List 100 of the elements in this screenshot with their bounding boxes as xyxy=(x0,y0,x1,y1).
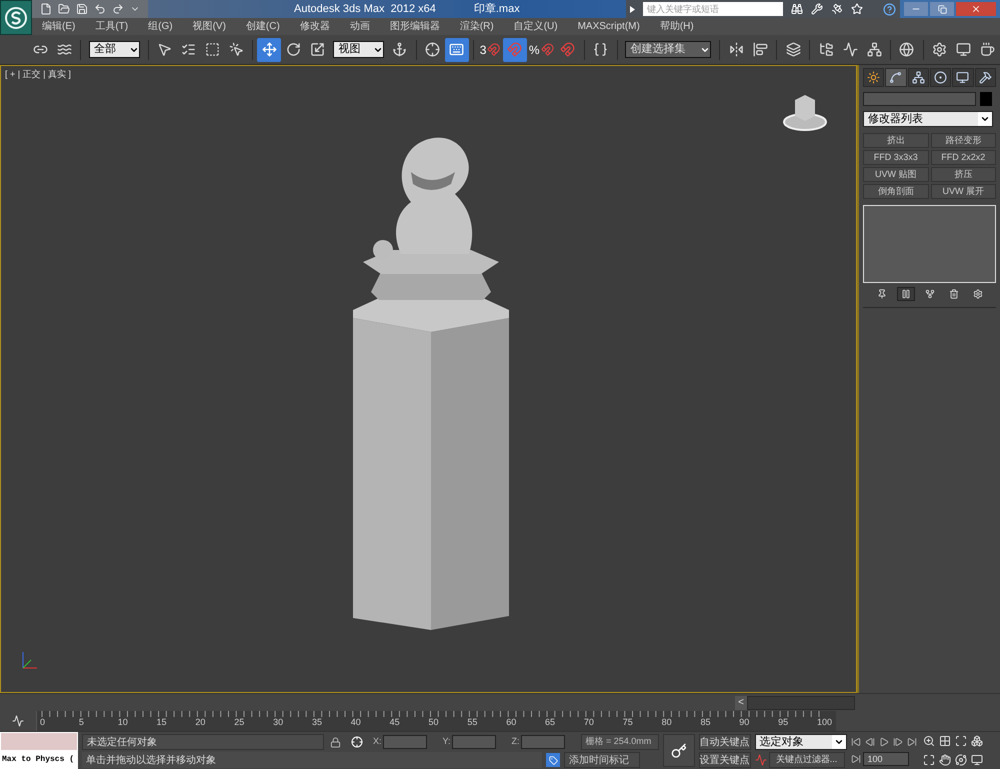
orbit-icon[interactable] xyxy=(954,754,967,766)
maximize-icon[interactable] xyxy=(922,754,935,766)
redo-icon[interactable] xyxy=(112,3,124,15)
menu-item[interactable]: 创建(C) xyxy=(246,19,280,34)
frame-field[interactable]: 100 xyxy=(862,752,909,766)
modifier-button[interactable]: FFD 3x3x3 xyxy=(863,150,928,165)
tick-label: 75 xyxy=(622,718,633,727)
menu-item[interactable]: 图形编辑器 xyxy=(390,19,440,34)
color-swatch[interactable] xyxy=(980,92,992,106)
star-icon[interactable] xyxy=(851,3,863,15)
search-field[interactable]: 键入关键字或短语 xyxy=(643,2,783,16)
tick-label: 65 xyxy=(545,718,556,727)
modifier-button[interactable]: FFD 2x2x2 xyxy=(930,150,996,165)
frame-icon[interactable] xyxy=(954,735,967,747)
help-icon[interactable] xyxy=(883,2,896,16)
satellite-icon[interactable] xyxy=(831,3,843,15)
menu-item[interactable]: 动画 xyxy=(350,19,370,34)
fork-icon xyxy=(924,289,934,299)
menu-item[interactable]: 视图(V) xyxy=(192,19,226,34)
modifier-button[interactable]: 挤出 xyxy=(863,133,928,148)
menu-item[interactable]: 帮助(H) xyxy=(660,19,694,34)
modifier-button[interactable]: UVW 展开 xyxy=(930,184,996,199)
menu-item[interactable]: 渲染(R) xyxy=(460,19,494,34)
mirror-icon xyxy=(728,42,744,57)
view-cube-icon[interactable] xyxy=(782,92,828,132)
close-icon xyxy=(971,4,981,14)
tool-button[interactable] xyxy=(257,38,282,62)
menu-item[interactable]: MAXScript(M) xyxy=(578,19,640,34)
crosshair-icon[interactable] xyxy=(351,736,363,748)
tool-button[interactable] xyxy=(444,38,469,62)
waveform-icon xyxy=(842,42,858,57)
add-time-tag[interactable]: 添加时间标记 xyxy=(564,752,640,768)
hand-icon[interactable] xyxy=(938,754,951,766)
dropdown[interactable]: 创建选择集 xyxy=(625,41,712,58)
key-mode-dropdown[interactable]: 选定对象 xyxy=(754,734,847,750)
tool-button[interactable]: % xyxy=(526,38,556,62)
modifier-stack-list[interactable] xyxy=(863,205,996,283)
zoom-icon[interactable] xyxy=(922,735,935,747)
tool-button[interactable]: 3 xyxy=(478,38,503,62)
globe-icon xyxy=(899,42,914,57)
panel-tab[interactable] xyxy=(930,68,952,87)
save-icon[interactable] xyxy=(76,3,88,15)
file-icon[interactable] xyxy=(40,3,52,15)
modifier-button[interactable]: 挤压 xyxy=(930,167,996,182)
folder-icon[interactable] xyxy=(58,3,70,15)
undo-icon[interactable] xyxy=(94,3,106,15)
menu-item[interactable]: 编辑(E) xyxy=(42,19,76,34)
panel-tab[interactable] xyxy=(908,68,929,87)
modifier-button[interactable]: 路径变形 xyxy=(930,133,996,148)
modifier-button[interactable]: UVW 贴图 xyxy=(863,167,928,182)
viewport-label[interactable]: [ + | 正交 | 真实 ] xyxy=(5,68,71,82)
curve-editor-icon[interactable] xyxy=(12,715,24,727)
coordinate-field[interactable] xyxy=(520,735,565,749)
step-back-icon[interactable] xyxy=(864,737,875,747)
menu-item[interactable]: 修改器 xyxy=(300,19,330,34)
step-forward-icon[interactable] xyxy=(892,737,903,747)
skip-forward-icon[interactable] xyxy=(906,737,917,747)
close-button[interactable] xyxy=(956,2,996,16)
app-logo-button[interactable] xyxy=(0,0,32,35)
boxes-icon[interactable] xyxy=(970,735,983,747)
key-filters-button[interactable]: 关键点过滤器... xyxy=(768,752,845,768)
restore-button[interactable] xyxy=(930,2,954,16)
expand-arrow-icon[interactable] xyxy=(630,6,635,12)
timeline-ruler[interactable]: 0 5 10 15 20 25 30 35 40 45 50 55 60 65 70 75 80 85 90 95 100 xyxy=(36,711,836,731)
tick-label: 80 xyxy=(662,718,672,727)
panel-tab[interactable] xyxy=(974,68,996,87)
modifier-button[interactable]: 倒角剖面 xyxy=(863,184,928,199)
grid-icon[interactable] xyxy=(938,735,951,747)
listener-input[interactable]: Max to Physcs ( xyxy=(0,751,78,769)
panel-tab[interactable] xyxy=(863,68,884,87)
panel-tab[interactable] xyxy=(885,68,907,87)
auto-key-button[interactable]: 自动关键点 xyxy=(698,734,751,750)
coordinate-field[interactable] xyxy=(382,735,427,749)
modifier-list-dropdown[interactable]: 修改器列表 xyxy=(863,111,993,127)
play-icon[interactable] xyxy=(878,737,889,747)
settings-icon xyxy=(972,289,982,299)
time-tag-button[interactable] xyxy=(546,753,560,767)
tick-label: 30 xyxy=(273,718,284,727)
coordinate-field[interactable] xyxy=(452,735,496,749)
menu-item[interactable]: 工具(T) xyxy=(95,19,128,34)
tick-label: 35 xyxy=(312,718,322,727)
stack-tool-button[interactable] xyxy=(896,287,914,301)
lock-icon[interactable] xyxy=(330,736,341,748)
menu-item[interactable]: 自定义(U) xyxy=(514,19,558,34)
time-config-icon[interactable] xyxy=(850,754,861,764)
monitor-icon[interactable] xyxy=(970,754,983,766)
caret-icon xyxy=(980,114,990,124)
wrench-icon[interactable] xyxy=(811,3,823,15)
panel-tab[interactable] xyxy=(952,68,974,87)
set-key-mode-button[interactable] xyxy=(662,734,695,767)
set-key-button[interactable]: 设置关键点 xyxy=(698,752,751,768)
dropdown[interactable]: 视图 xyxy=(333,41,384,58)
caret-icon xyxy=(834,737,844,747)
binoculars-icon[interactable] xyxy=(791,3,803,15)
menu-item[interactable]: 组(G) xyxy=(148,19,173,34)
dropdown[interactable]: 全部 xyxy=(88,41,140,58)
skip-back-icon[interactable] xyxy=(850,737,861,747)
scroll-left-button[interactable]: < xyxy=(735,696,747,710)
name-field[interactable] xyxy=(863,92,976,106)
hierarchy-icon xyxy=(912,71,925,84)
